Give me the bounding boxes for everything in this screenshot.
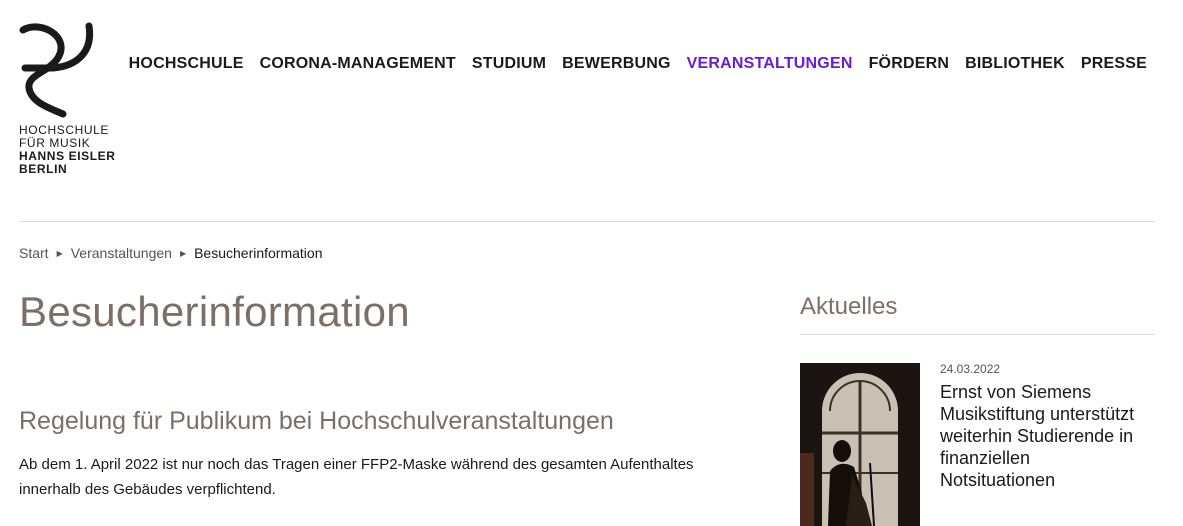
section-text: Ab dem 1. April 2022 ist nur noch das Tr… <box>19 456 694 498</box>
logo-text: HOCHSCHULE FÜR MUSIK HANNS EISLER BERLIN <box>19 124 129 176</box>
breadcrumb-start[interactable]: Start <box>19 245 49 261</box>
nav-item-bibliothek[interactable]: BIBLIOTHEK <box>965 55 1065 73</box>
main-nav: HOCHSCHULE CORONA-MANAGEMENT STUDIUM BEW… <box>129 55 1147 73</box>
news-headline[interactable]: Ernst von Siemens Musikstiftung unterstü… <box>940 381 1150 491</box>
nav-item-corona-management[interactable]: CORONA-MANAGEMENT <box>260 55 456 73</box>
news-date: 24.03.2022 <box>940 362 1001 376</box>
logo-line-4: BERLIN <box>19 162 68 176</box>
logo-mark-icon <box>19 22 94 118</box>
nav-item-hochschule[interactable]: HOCHSCHULE <box>129 55 244 73</box>
news-thumbnail[interactable] <box>800 363 920 526</box>
breadcrumb: Start ▶ Veranstaltungen ▶ Besucherinform… <box>19 245 323 261</box>
news-thumbnail-image <box>800 363 920 526</box>
nav-item-presse[interactable]: PRESSE <box>1081 55 1147 73</box>
breadcrumb-separator-icon: ▶ <box>56 248 63 258</box>
breadcrumb-veranstaltungen[interactable]: Veranstaltungen <box>71 245 172 261</box>
aside-title: Aktuelles <box>800 293 898 320</box>
header-divider <box>19 221 1155 222</box>
breadcrumb-separator-icon: ▶ <box>179 248 187 258</box>
page-title: Besucherinformation <box>19 288 410 335</box>
aside-divider <box>800 334 1155 335</box>
nav-item-studium[interactable]: STUDIUM <box>472 55 546 73</box>
site-logo[interactable]: HOCHSCHULE FÜR MUSIK HANNS EISLER BERLIN <box>19 22 129 176</box>
nav-item-bewerbung[interactable]: BEWERBUNG <box>562 55 670 73</box>
breadcrumb-current: Besucherinformation <box>194 245 323 261</box>
nav-item-veranstaltungen[interactable]: VERANSTALTUNGEN <box>687 55 853 73</box>
nav-item-foerdern[interactable]: FÖRDERN <box>869 55 950 73</box>
section-title: Regelung für Publikum bei Hochschulveran… <box>19 407 614 435</box>
